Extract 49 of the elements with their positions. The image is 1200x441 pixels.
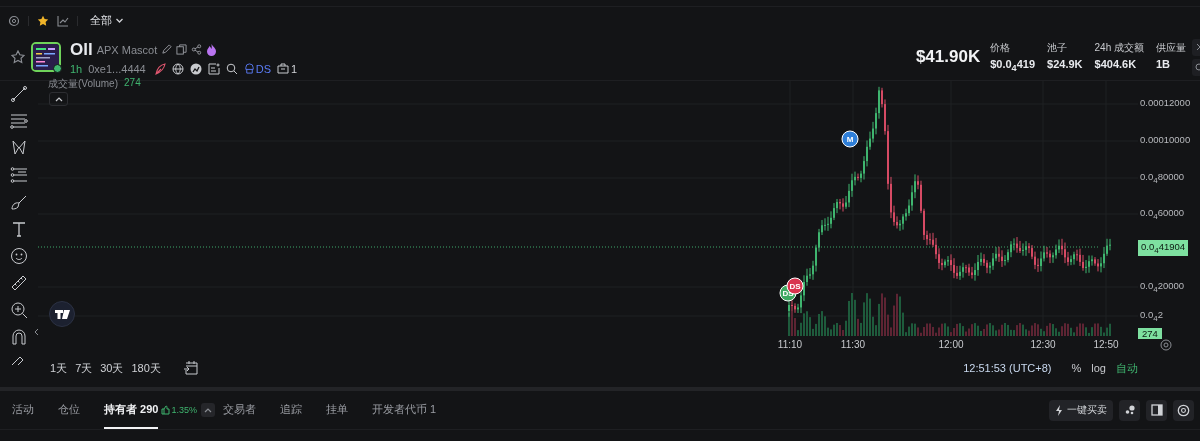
- holder-count[interactable]: 1: [277, 62, 298, 75]
- price-axis-label: 0.00010000: [1140, 134, 1191, 145]
- tab[interactable]: 交易者: [222, 391, 256, 429]
- scale-button[interactable]: log: [1091, 362, 1106, 374]
- volume-value: 274: [124, 77, 141, 90]
- token-name: APX Mascot: [96, 43, 158, 56]
- tab[interactable]: 活动: [12, 391, 34, 429]
- market-cap: $41.90K: [915, 47, 981, 67]
- stat-value: 1B: [1156, 57, 1172, 70]
- scale-button[interactable]: %: [1071, 362, 1082, 374]
- stat-value: $24.9K: [1047, 57, 1083, 70]
- time-axis-label: 11:10: [777, 339, 803, 350]
- clock: 12:51:53 (UTC+8): [963, 362, 1052, 374]
- price-axis-label: 0.00012000: [1140, 97, 1191, 108]
- token-age: 1h: [70, 62, 83, 75]
- time-axis-label: 12:00: [938, 339, 964, 350]
- holder-change: 1.35%: [161, 391, 197, 429]
- tab[interactable]: 开发者代币 1: [371, 391, 437, 429]
- volume-tag: 274: [1138, 328, 1162, 339]
- tab[interactable]: 仓位: [58, 391, 80, 429]
- stat-value: $0.0$_{4}$419: [990, 57, 1036, 74]
- last-price-tag: 0.0$_{4}$41904: [1138, 240, 1189, 256]
- tab[interactable]: 持有者 290: [104, 391, 159, 429]
- price-axis-label: 0.0$_{4}$2: [1140, 309, 1163, 323]
- stat-value: $404.6K: [1094, 57, 1138, 70]
- price-axis-label: 0.0$_{4}$80000: [1140, 171, 1185, 185]
- stat-label: 池子: [1047, 40, 1069, 55]
- trade-marker[interactable]: M: [841, 130, 859, 148]
- price-axis-label: 0.0$_{4}$20000: [1140, 280, 1185, 294]
- volume-label: 成交量(Volume): [48, 77, 118, 91]
- token-address[interactable]: 0xe1...4444: [88, 62, 146, 75]
- stat-label: 24h 成交额: [1094, 40, 1144, 55]
- range-button[interactable]: 30天: [100, 360, 124, 376]
- range-button[interactable]: 180天: [131, 360, 161, 376]
- filter-dropdown[interactable]: 全部: [90, 13, 124, 28]
- stat-label: 供应量: [1156, 40, 1186, 55]
- time-axis-label: 11:30: [840, 339, 866, 350]
- stat-label: 价格: [990, 40, 1012, 55]
- token-symbol: Oll: [70, 39, 93, 60]
- tab[interactable]: 挂单: [325, 391, 348, 429]
- tab[interactable]: 追踪: [279, 391, 302, 429]
- price-axis-label: 0.0$_{4}$60000: [1140, 207, 1185, 221]
- range-button[interactable]: 7天: [75, 360, 93, 376]
- ds-link[interactable]: DS: [243, 62, 272, 75]
- time-axis-label: 12:50: [1093, 339, 1119, 350]
- time-axis-label: 12:30: [1030, 339, 1056, 350]
- range-button[interactable]: 1天: [50, 360, 68, 376]
- scale-button[interactable]: 自动: [1116, 360, 1138, 376]
- quick-trade-button[interactable]: 一键买卖: [1049, 399, 1113, 421]
